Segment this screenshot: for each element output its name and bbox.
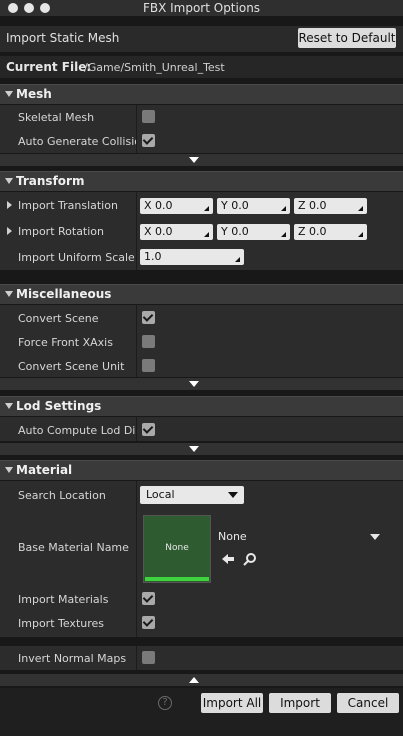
collapse-arrow-icon[interactable] bbox=[5, 467, 13, 473]
expand-row-arrow-icon[interactable] bbox=[7, 227, 12, 235]
collapse-arrow-icon[interactable] bbox=[5, 403, 13, 409]
advanced-expander-lod[interactable] bbox=[0, 443, 403, 455]
asset-type-color-bar bbox=[145, 577, 209, 581]
translation-x-value: X 0.0 bbox=[144, 199, 173, 212]
column-divider bbox=[136, 481, 137, 637]
checkbox-import-textures[interactable] bbox=[142, 616, 155, 629]
checkbox-import-materials[interactable] bbox=[142, 592, 155, 605]
drag-handle-icon[interactable] bbox=[358, 227, 363, 237]
rotation-x-value: X 0.0 bbox=[144, 225, 173, 238]
property-label-invert-normal-maps: Invert Normal Maps bbox=[18, 652, 127, 665]
uniform-scale-field[interactable]: 1.0 bbox=[140, 249, 244, 265]
rotation-z-field[interactable]: Z 0.0 bbox=[294, 224, 367, 240]
import-type-label: Import Static Mesh bbox=[6, 31, 120, 45]
expand-advanced-icon[interactable] bbox=[189, 446, 199, 452]
property-label-import-textures: Import Textures bbox=[18, 617, 105, 630]
property-label-skeletal-mesh: Skeletal Mesh bbox=[18, 111, 95, 124]
chevron-down-icon bbox=[370, 534, 380, 540]
chevron-down-icon bbox=[228, 492, 238, 498]
browse-asset-magnifier-icon[interactable] bbox=[243, 552, 257, 566]
search-location-value: Local bbox=[146, 488, 175, 501]
asset-picker-value: None bbox=[218, 530, 247, 543]
rotation-y-value: Y 0.0 bbox=[221, 225, 249, 238]
section-header-mesh[interactable] bbox=[0, 84, 403, 104]
drag-handle-icon[interactable] bbox=[358, 201, 363, 211]
drag-handle-icon[interactable] bbox=[281, 227, 286, 237]
advanced-expander-misc[interactable] bbox=[0, 378, 403, 390]
expand-row-arrow-icon[interactable] bbox=[7, 201, 12, 209]
material-thumbnail-label: None bbox=[165, 543, 189, 553]
property-label-import-rotation: Import Rotation bbox=[18, 225, 105, 238]
column-divider bbox=[136, 192, 137, 270]
expand-advanced-icon[interactable] bbox=[189, 381, 199, 387]
section-title-mesh: Mesh bbox=[16, 87, 52, 101]
rotation-x-field[interactable]: X 0.0 bbox=[140, 224, 213, 240]
checkbox-auto-compute-lod-distances[interactable] bbox=[142, 423, 155, 436]
checkbox-convert-scene-unit[interactable] bbox=[142, 359, 155, 372]
checkbox-invert-normal-maps[interactable] bbox=[142, 651, 155, 664]
uniform-scale-value: 1.0 bbox=[144, 250, 162, 263]
current-file-path: /Game/Smith_Unreal_Test bbox=[84, 61, 225, 74]
translation-z-field[interactable]: Z 0.0 bbox=[294, 198, 367, 214]
property-label-convert-scene-unit: Convert Scene Unit bbox=[18, 360, 125, 373]
collapse-advanced-icon[interactable] bbox=[189, 677, 199, 683]
column-divider bbox=[136, 417, 137, 441]
property-label-search-location: Search Location bbox=[18, 489, 106, 502]
property-label-import-materials: Import Materials bbox=[18, 593, 109, 606]
translation-x-field[interactable]: X 0.0 bbox=[140, 198, 213, 214]
import-button[interactable]: Import bbox=[269, 693, 331, 713]
translation-z-value: Z 0.0 bbox=[298, 199, 327, 212]
window-title: FBX Import Options bbox=[142, 1, 261, 15]
reset-to-default-button[interactable]: Reset to Default bbox=[298, 28, 396, 48]
property-label-base-material-name: Base Material Name bbox=[18, 541, 129, 554]
import-all-button[interactable]: Import All bbox=[201, 693, 263, 713]
column-divider bbox=[136, 305, 137, 377]
property-label-import-translation: Import Translation bbox=[18, 199, 118, 212]
advanced-collapser-material[interactable] bbox=[0, 674, 403, 686]
advanced-expander-mesh[interactable] bbox=[0, 154, 403, 166]
checkbox-convert-scene[interactable] bbox=[142, 311, 155, 324]
property-label-force-front-xaxis: Force Front XAxis bbox=[18, 336, 113, 349]
section-title-lod-settings: Lod Settings bbox=[16, 399, 102, 413]
rotation-z-value: Z 0.0 bbox=[298, 225, 327, 238]
drag-handle-icon[interactable] bbox=[281, 201, 286, 211]
property-label-import-uniform-scale: Import Uniform Scale bbox=[18, 251, 134, 264]
section-title-transform: Transform bbox=[16, 174, 85, 188]
translation-y-value: Y 0.0 bbox=[221, 199, 249, 212]
translation-y-field[interactable]: Y 0.0 bbox=[217, 198, 290, 214]
checkbox-skeletal-mesh[interactable] bbox=[142, 110, 155, 123]
search-location-dropdown[interactable]: Local bbox=[140, 486, 244, 504]
column-divider bbox=[136, 646, 137, 670]
collapse-arrow-icon[interactable] bbox=[5, 178, 13, 184]
cancel-button[interactable]: Cancel bbox=[337, 693, 399, 713]
collapse-arrow-icon[interactable] bbox=[5, 91, 13, 97]
current-file-label: Current File: bbox=[6, 60, 92, 74]
collapse-arrow-icon[interactable] bbox=[5, 291, 13, 297]
property-label-auto-compute-lod-distances: Auto Compute Lod Distances bbox=[18, 424, 135, 437]
section-title-miscellaneous: Miscellaneous bbox=[16, 287, 112, 301]
section-title-material: Material bbox=[16, 463, 73, 477]
checkbox-force-front-xaxis[interactable] bbox=[142, 335, 155, 348]
use-selected-asset-arrow-icon[interactable] bbox=[221, 553, 235, 565]
property-label-auto-generate-collision: Auto Generate Collision bbox=[18, 135, 136, 148]
help-icon[interactable]: ? bbox=[158, 696, 172, 710]
property-label-convert-scene: Convert Scene bbox=[18, 312, 99, 325]
expand-advanced-icon[interactable] bbox=[189, 157, 199, 163]
column-divider bbox=[136, 105, 137, 153]
rotation-y-field[interactable]: Y 0.0 bbox=[217, 224, 290, 240]
drag-handle-icon[interactable] bbox=[204, 227, 209, 237]
drag-handle-icon[interactable] bbox=[204, 201, 209, 211]
asset-picker-dropdown[interactable]: None bbox=[216, 528, 384, 546]
checkbox-auto-generate-collision[interactable] bbox=[142, 134, 155, 147]
drag-handle-icon[interactable] bbox=[235, 252, 240, 262]
